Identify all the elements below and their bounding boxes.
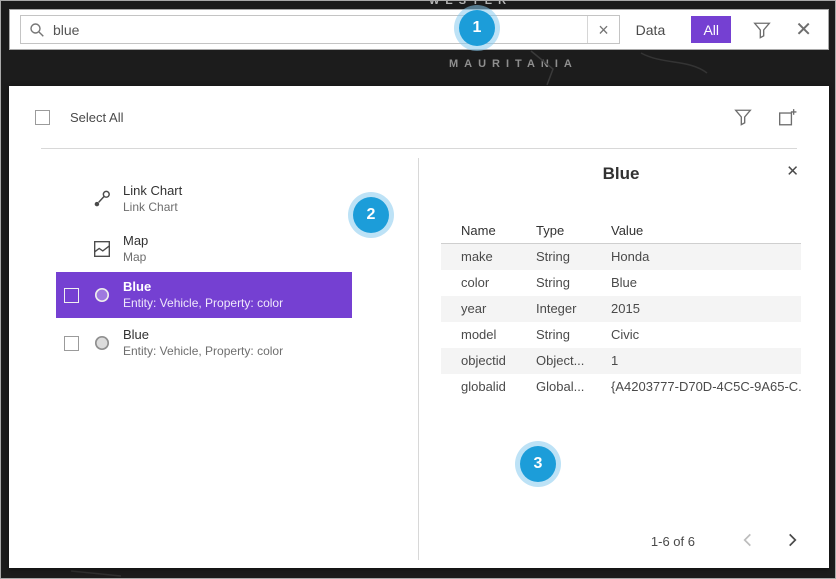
cell-name: year	[441, 296, 536, 322]
cell-value: Honda	[611, 244, 801, 270]
item-title: Map	[123, 233, 148, 249]
cell-value: Civic	[611, 322, 801, 348]
item-subtitle: Entity: Vehicle, Property: color	[123, 344, 283, 359]
filter-results-button[interactable]	[732, 106, 754, 128]
map-label-western: WESTER	[429, 0, 512, 7]
detail-header: Blue ✕	[441, 164, 801, 198]
cell-value: 1	[611, 348, 801, 374]
list-item-map[interactable]: Map Map	[56, 226, 352, 272]
table-header: Name Type Value	[441, 218, 801, 244]
add-filter-button[interactable]	[776, 106, 799, 129]
item-checkbox[interactable]	[64, 336, 79, 351]
item-subtitle: Entity: Vehicle, Property: color	[123, 296, 283, 311]
item-checkbox[interactable]	[64, 288, 79, 303]
column-header-name: Name	[441, 218, 536, 243]
annotation-badge-3: 3	[520, 446, 556, 482]
filter-button[interactable]	[751, 19, 773, 41]
table-row: make String Honda	[441, 244, 801, 270]
annotation-badge-2: 2	[353, 197, 389, 233]
column-header-value: Value	[611, 218, 801, 243]
table-row: objectid Object... 1	[441, 348, 801, 374]
cell-type: Integer	[536, 296, 611, 322]
select-all-checkbox[interactable]	[35, 110, 50, 125]
item-title: Blue	[123, 327, 283, 343]
search-bar: × Data All ✕	[9, 9, 829, 50]
search-input[interactable]	[53, 16, 587, 43]
link-chart-icon	[93, 190, 111, 208]
next-page-button[interactable]	[784, 529, 801, 554]
cell-name: globalid	[441, 374, 536, 400]
table-row: model String Civic	[441, 322, 801, 348]
pagination-label: 1-6 of 6	[651, 534, 695, 549]
item-subtitle: Link Chart	[123, 200, 182, 215]
cell-value: 2015	[611, 296, 801, 322]
detail-title: Blue	[441, 164, 801, 184]
list-item-blue[interactable]: Blue Entity: Vehicle, Property: color	[56, 320, 352, 366]
panel-toolbar-icons	[732, 106, 829, 129]
annotation-badge-1: 1	[459, 10, 495, 46]
item-title: Blue	[123, 279, 283, 295]
table-row: globalid Global... {A4203777-D70D-4C5C-9…	[441, 374, 801, 400]
item-subtitle: Map	[123, 250, 148, 265]
divider	[418, 158, 419, 560]
cell-type: String	[536, 244, 611, 270]
cell-type: Object...	[536, 348, 611, 374]
list-item-blue-selected[interactable]: Blue Entity: Vehicle, Property: color	[56, 272, 352, 318]
table-row: year Integer 2015	[441, 296, 801, 322]
cell-name: make	[441, 244, 536, 270]
cell-name: objectid	[441, 348, 536, 374]
divider	[41, 148, 797, 149]
data-filter-button[interactable]: Data	[630, 18, 672, 42]
previous-page-button[interactable]	[739, 529, 756, 554]
map-label-mauritania: MAURITANIA	[449, 58, 578, 70]
cell-type: String	[536, 270, 611, 296]
close-search-button[interactable]: ✕	[793, 20, 814, 40]
app-window: WESTER MAURITANIA × Data All	[0, 0, 836, 579]
map-icon	[93, 240, 111, 258]
results-panel: Select All	[9, 86, 829, 568]
detail-panel: Blue ✕ Name Type Value make String Honda…	[441, 164, 801, 400]
cell-type: String	[536, 322, 611, 348]
entity-circle-icon	[93, 334, 111, 352]
entity-circle-icon	[93, 286, 111, 304]
search-icon	[21, 16, 53, 43]
search-bar-controls: Data All ✕	[630, 16, 828, 43]
detail-close-button[interactable]: ✕	[786, 164, 799, 179]
all-filter-button[interactable]: All	[691, 16, 731, 43]
select-all-label: Select All	[70, 110, 123, 125]
item-title: Link Chart	[123, 183, 182, 199]
cell-value: {A4203777-D70D-4C5C-9A65-C...	[611, 374, 801, 400]
cell-type: Global...	[536, 374, 611, 400]
panel-toolbar: Select All	[9, 86, 829, 148]
clear-search-button[interactable]: ×	[587, 16, 619, 43]
search-field: ×	[20, 15, 620, 44]
properties-table: Name Type Value make String Honda color …	[441, 218, 801, 400]
cell-name: color	[441, 270, 536, 296]
table-row: color String Blue	[441, 270, 801, 296]
cell-value: Blue	[611, 270, 801, 296]
cell-name: model	[441, 322, 536, 348]
column-header-type: Type	[536, 218, 611, 243]
list-item-link-chart[interactable]: Link Chart Link Chart	[56, 176, 352, 222]
pagination: 1-6 of 6	[651, 529, 801, 554]
